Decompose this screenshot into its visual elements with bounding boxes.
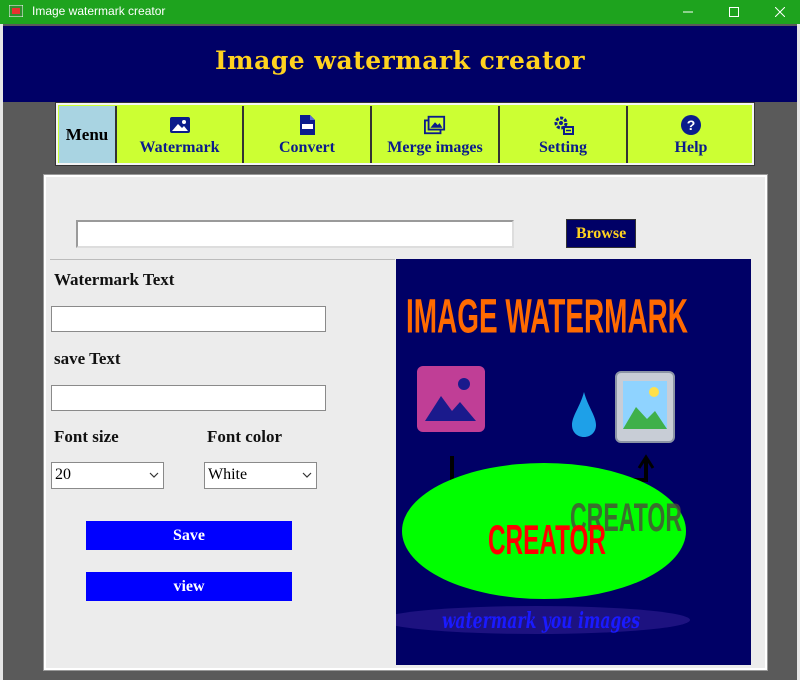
menu-item-label: Merge images	[387, 139, 483, 156]
menu-item-help[interactable]: ? Help	[626, 106, 754, 163]
save-text-field[interactable]	[51, 385, 326, 411]
font-size-select[interactable]: 20	[51, 462, 164, 489]
font-size-label: Font size	[54, 427, 119, 446]
maximize-button[interactable]	[711, 0, 757, 24]
app-icon	[9, 5, 23, 17]
logo-headline: IMAGE WATERMARK	[406, 289, 688, 343]
logo-center: CREATOR	[488, 516, 606, 563]
watermark-text-label: Watermark Text	[54, 270, 175, 289]
font-color-label: Font color	[207, 427, 283, 446]
close-icon	[775, 7, 785, 17]
images-icon	[424, 115, 446, 135]
minimize-icon	[683, 11, 693, 13]
gallery-graphic	[417, 366, 485, 432]
logo-tagline: watermark you images	[442, 608, 640, 634]
settings-pane: Watermark Text save Text Font size Font …	[50, 259, 395, 665]
menu-item-label: Help	[674, 139, 708, 156]
header-banner: Image watermark creator	[3, 26, 797, 102]
minimize-button[interactable]	[665, 0, 711, 24]
menu-item-label: Watermark	[139, 139, 220, 156]
save-button[interactable]: Save	[86, 521, 292, 550]
close-button[interactable]	[757, 0, 800, 24]
menu-item-convert[interactable]: Convert	[242, 106, 370, 163]
help-icon: ?	[681, 115, 701, 135]
window-title: Image watermark creator	[32, 4, 166, 18]
file-path-input[interactable]	[76, 220, 514, 248]
menu-item-label: Setting	[539, 139, 587, 156]
drop-graphic	[572, 392, 596, 437]
menu-item-merge-images[interactable]: Merge images	[370, 106, 498, 163]
gear-icon	[554, 116, 574, 135]
font-color-select[interactable]: White	[204, 462, 317, 489]
font-size-value: 20	[55, 466, 71, 483]
menu-bar: Menu Watermark Convert Merge images Sett…	[55, 102, 755, 166]
maximize-icon	[729, 7, 739, 17]
chevron-down-icon	[149, 472, 159, 478]
preview-image: IMAGE WATERMARK CREATOR CREATOR watermar…	[396, 259, 751, 665]
window-left-border	[0, 24, 3, 680]
font-color-value: White	[208, 466, 248, 483]
menu-item-setting[interactable]: Setting	[498, 106, 626, 163]
app-title: Image watermark creator	[214, 46, 586, 75]
svg-text:?: ?	[687, 117, 696, 133]
menu-item-label: Convert	[279, 139, 335, 156]
watermark-logo-image: IMAGE WATERMARK CREATOR CREATOR watermar…	[396, 289, 690, 634]
image-icon	[169, 117, 190, 133]
view-button[interactable]: view	[86, 572, 292, 601]
main-panel: Browse Watermark Text save Text Font siz…	[43, 174, 768, 671]
save-text-label: save Text	[54, 349, 121, 368]
chevron-down-icon	[302, 472, 312, 478]
watermark-text-field[interactable]	[51, 306, 326, 332]
menu-item-watermark[interactable]: Watermark	[115, 106, 242, 163]
png-file-icon	[300, 115, 315, 135]
menu-label: Menu	[59, 106, 115, 163]
window-title-bar: Image watermark creator	[0, 0, 800, 24]
browse-button[interactable]: Browse	[566, 219, 636, 248]
